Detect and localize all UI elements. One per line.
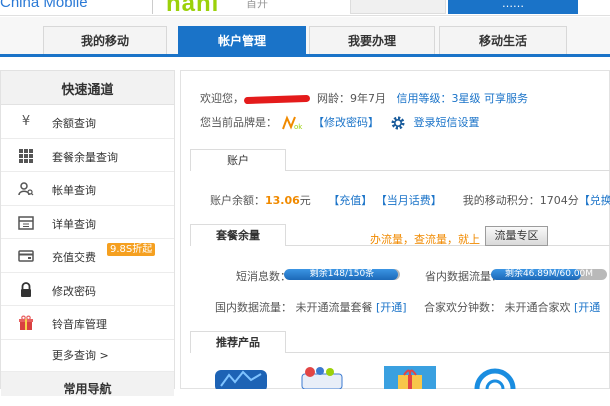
grid-icon (18, 148, 34, 164)
sms-login-settings-link[interactable]: 登录短信设置 (414, 116, 480, 129)
top-tab-left[interactable] (350, 0, 446, 14)
lock-icon (18, 281, 34, 298)
discount-badge: 9.8S折起 (107, 243, 156, 256)
logo-divider (152, 0, 153, 14)
family-label: 合家欢分钟数： (424, 301, 501, 314)
month-fee-link[interactable]: 【当月话费】 (376, 194, 442, 207)
sidebar-item-label: 套餐余量查询 (52, 150, 118, 164)
tab-mobile-life[interactable]: 移动生活 (439, 26, 567, 54)
gear-icon (390, 115, 406, 131)
balance-value: 13.06 (265, 194, 300, 207)
national-data-line: 国内数据流量： 未开通流量套餐 [开通] (215, 299, 407, 315)
sms-label: 短消息数： (236, 270, 291, 283)
sms-bar-text: 剩余148/150条 (309, 269, 375, 279)
china-mobile-logo[interactable]: China Mobile (0, 0, 88, 11)
balance-line: 账户余额：13.06元 【充值】 【当月话费】 我的移动积分：1704分【兑换】 (210, 192, 610, 208)
data-bar-text: 剩余46.89M/60.00M (504, 269, 594, 279)
chart-app-icon[interactable] (215, 366, 267, 392)
brand-logo: hahi (166, 0, 220, 17)
svg-text:ok: ok (294, 123, 303, 131)
family-status: 未开通合家欢 (504, 301, 571, 314)
tv-app-icon[interactable] (298, 366, 350, 390)
sidebar-item-ringtone[interactable]: 铃音库管理 (1, 306, 174, 340)
change-password-link[interactable]: 【修改密码】 (313, 116, 379, 129)
sms-progress-bar: 剩余148/150条 (284, 269, 400, 280)
gift-box-icon[interactable] (384, 366, 436, 389)
sidebar-item-package-remaining[interactable]: 套餐余量查询 (1, 139, 174, 172)
brand-line: 您当前品牌是： ok 【修改密码】 登录短信设置 (200, 114, 480, 131)
sidebar-title: 快速通道 (1, 71, 174, 105)
service-link[interactable]: 可享服务 (484, 92, 528, 105)
quick-access-sidebar: 快速通道 ¥ 余额查询 套餐余量查询 帐单查询 详单查询 充值交费 9.8S折起… (0, 70, 175, 396)
calendar-icon (18, 215, 34, 231)
sidebar-item-label: 详单查询 (52, 217, 96, 231)
brand-mini-logo: ok (281, 115, 307, 131)
redacted-name (243, 94, 311, 104)
package-remaining-tab[interactable]: 套餐余量 (190, 224, 286, 246)
sidebar-item-label: 帐单查询 (52, 184, 96, 197)
sidebar-item-label: 余额查询 (52, 117, 96, 130)
top-tab-right[interactable]: …… (448, 0, 578, 14)
common-nav-title: 常用导航 (1, 371, 174, 396)
data-progress-bar: 剩余46.89M/60.00M (491, 269, 607, 280)
welcome-label: 欢迎您， (200, 92, 244, 105)
sidebar-item-balance[interactable]: ¥ 余额查询 (1, 105, 174, 139)
national-status: 未开通流量套餐 (295, 301, 373, 314)
recommended-products-tab[interactable]: 推荐产品 (190, 331, 286, 353)
card-icon (18, 248, 34, 264)
tab-account-management[interactable]: 帐户管理 (178, 26, 306, 54)
recharge-link[interactable]: 【充值】 (328, 194, 372, 207)
sidebar-item-label: 铃音库管理 (52, 318, 107, 331)
yen-icon: ¥ (21, 114, 31, 129)
sidebar-item-label: 充值交费 (52, 251, 96, 264)
balance-unit: 元 (299, 194, 311, 207)
top-bar: China Mobile hahi 首开 …… (0, 0, 610, 17)
flow-promo-text: 办流量，查流量，就上 (370, 233, 480, 246)
sidebar-item-label: 修改密码 (52, 284, 96, 298)
blue-circle-icon[interactable] (469, 366, 521, 406)
national-label: 国内数据流量： (215, 301, 292, 314)
account-tab[interactable]: 账户 (190, 149, 286, 171)
more-queries-link[interactable]: 更多查询 > (1, 340, 174, 372)
family-activate-link[interactable]: [开通 (574, 301, 600, 314)
exchange-link[interactable]: 【兑换】 (579, 194, 610, 207)
points-label: 我的移动积分：1704分 (462, 194, 579, 207)
sidebar-item-bill[interactable]: 帐单查询 (1, 172, 174, 206)
sidebar-item-recharge[interactable]: 充值交费 9.8S折起 (1, 239, 174, 273)
network-age: 网龄：9年7月 (317, 92, 386, 105)
tab-my-mobile[interactable]: 我的移动 (43, 26, 167, 54)
main-nav: 我的移动 帐户管理 我要办理 移动生活 (0, 17, 610, 57)
brand-subtitle: 首开 (246, 0, 268, 10)
welcome-line: 欢迎您， 网龄：9年7月 信用等级：3星级 可享服务 (200, 90, 528, 106)
credit-level: 信用等级：3星级 (396, 92, 481, 105)
balance-label: 账户余额： (210, 194, 265, 207)
brand-label: 您当前品牌是： (200, 116, 277, 129)
flow-zone-button[interactable]: 流量专区 (485, 226, 548, 246)
person-search-icon (18, 181, 34, 197)
tab-handle-business[interactable]: 我要办理 (309, 26, 435, 54)
national-activate-link[interactable]: [开通] (376, 301, 407, 314)
sidebar-item-details[interactable]: 详单查询 (1, 206, 174, 239)
family-minutes-line: 合家欢分钟数： 未开通合家欢 [开通 (424, 299, 600, 315)
sidebar-item-change-password[interactable]: 修改密码 (1, 273, 174, 306)
gift-icon (18, 315, 34, 331)
